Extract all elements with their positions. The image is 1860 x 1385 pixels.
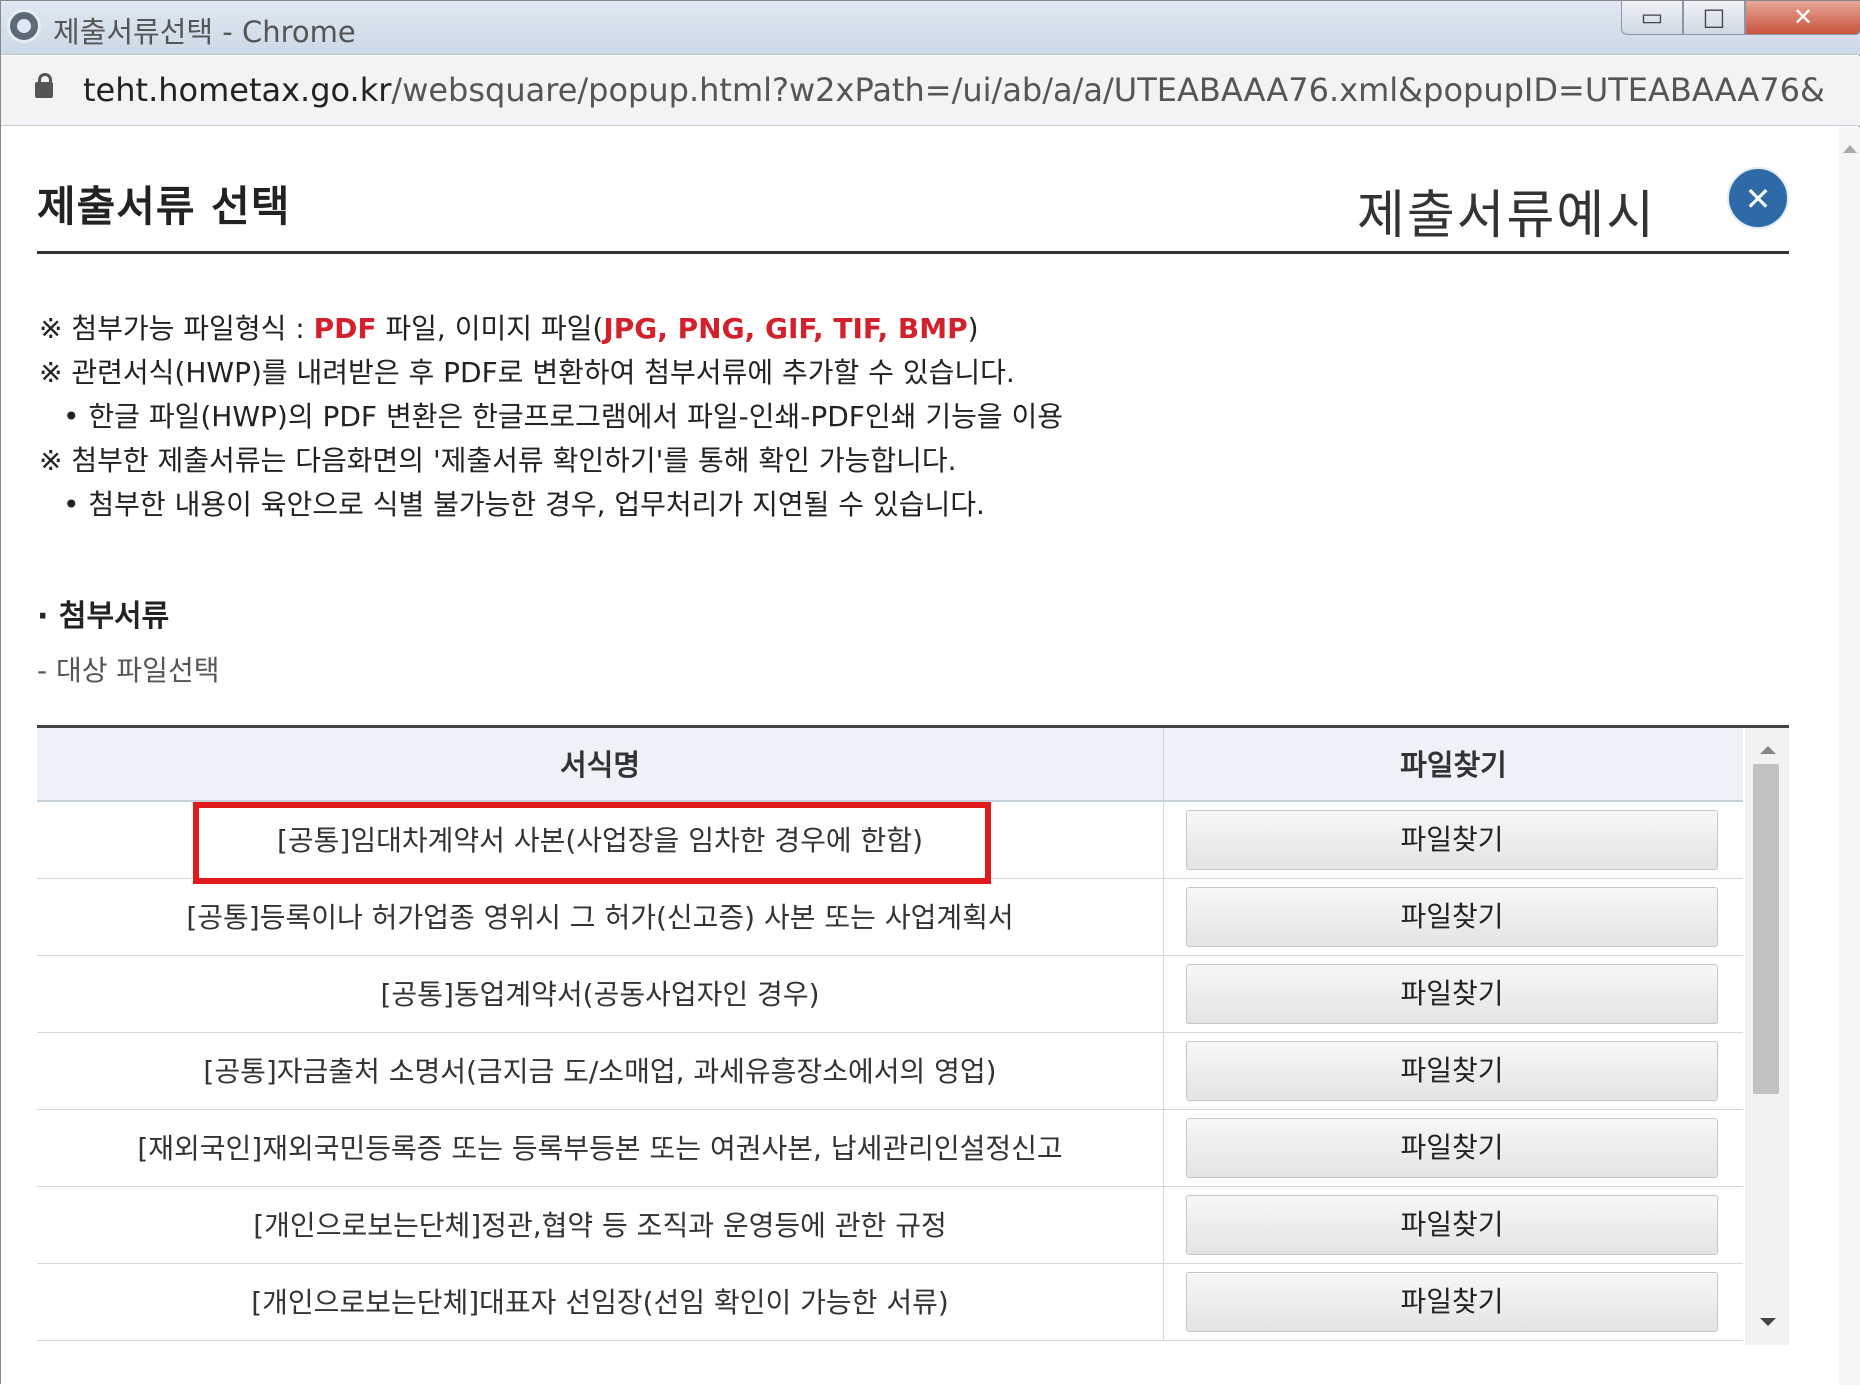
scroll-thumb[interactable] (1753, 764, 1779, 1094)
file-search-button[interactable]: 파일찾기 (1186, 810, 1718, 870)
table-row: [공통]등록이나 허가업종 영위시 그 허가(신고증) 사본 또는 사업계획서 … (37, 879, 1743, 956)
notice-block: ※ 첨부가능 파일형식 : PDF 파일, 이미지 파일(JPG, PNG, G… (39, 307, 1063, 527)
file-cell: 파일찾기 (1163, 956, 1743, 1033)
documents-table: 서식명 파일찾기 [공통]임대차계약서 사본(사업장을 임차한 경우에 한함) … (37, 725, 1789, 1345)
minimize-icon: ▭ (1640, 3, 1664, 31)
address-bar[interactable]: teht.hometax.go.kr/websquare/popup.html?… (1, 56, 1860, 126)
scroll-down-icon[interactable] (1760, 1318, 1776, 1326)
attachments-heading: · 첨부서류 (37, 599, 170, 634)
notice-line-hwp-convert: • 한글 파일(HWP)의 PDF 변환은 한글프로그램에서 파일-인쇄-PDF… (63, 400, 1064, 433)
window-close-button[interactable]: ✕ (1745, 1, 1860, 35)
file-cell: 파일찾기 (1163, 802, 1743, 879)
url-path: /websquare/popup.html?w2xPath=/ui/ab/a/a… (391, 71, 1823, 109)
minimize-button[interactable]: ▭ (1621, 1, 1683, 35)
attachments-subheading: - 대상 파일선택 (37, 654, 220, 687)
maximize-button[interactable]: □ (1683, 1, 1745, 35)
title-bar: 제출서류선택 - Chrome ▭ □ ✕ (1, 1, 1860, 55)
scroll-up-icon[interactable] (1760, 746, 1776, 754)
file-cell: 파일찾기 (1163, 1033, 1743, 1110)
page-scrollbar[interactable] (1839, 127, 1860, 1385)
close-icon: ✕ (1792, 3, 1814, 31)
file-cell: 파일찾기 (1163, 1264, 1743, 1341)
form-name-cell: [공통]자금출처 소명서(금지금 도/소매업, 과세유흥장소에서의 영업) (203, 1055, 997, 1088)
maximize-icon: □ (1702, 3, 1726, 31)
title-divider (37, 251, 1789, 254)
popup-close-button[interactable]: ✕ (1727, 167, 1789, 229)
notice-line-hwp: ※ 관련서식(HWP)를 내려받은 후 PDF로 변환하여 첨부서류에 추가할 … (39, 356, 1015, 389)
form-name-cell: [공통]동업계약서(공동사업자인 경우) (380, 978, 820, 1011)
file-cell: 파일찾기 (1163, 1187, 1743, 1264)
file-search-button[interactable]: 파일찾기 (1186, 1272, 1718, 1332)
notice-line-formats: ※ 첨부가능 파일형식 : PDF 파일, 이미지 파일(JPG, PNG, G… (39, 312, 979, 345)
lock-icon (35, 73, 53, 98)
popup-title: 제출서류 선택 (37, 182, 291, 231)
file-search-button[interactable]: 파일찾기 (1186, 887, 1718, 947)
highlight-box (193, 802, 991, 884)
table-row: [공통]동업계약서(공동사업자인 경우) 파일찾기 (37, 956, 1743, 1033)
table-scrollbar[interactable] (1745, 728, 1789, 1345)
table-row: [개인으로보는단체]정관,협약 등 조직과 운영등에 관한 규정 파일찾기 (37, 1187, 1743, 1264)
pdf-format: PDF (313, 312, 377, 345)
image-formats: JPG, PNG, GIF, TIF, BMP (603, 312, 968, 345)
form-name-cell: [공통]등록이나 허가업종 영위시 그 허가(신고증) 사본 또는 사업계획서 (186, 901, 1014, 934)
chrome-icon (7, 9, 41, 43)
header-form-name: 서식명 (559, 748, 641, 782)
table-header: 서식명 파일찾기 (37, 728, 1743, 802)
file-search-button[interactable]: 파일찾기 (1186, 1118, 1718, 1178)
file-cell: 파일찾기 (1163, 879, 1743, 956)
header-file-search: 파일찾기 (1163, 728, 1743, 802)
notice-line-delay: • 첨부한 내용이 육안으로 식별 불가능한 경우, 업무처리가 지연될 수 있… (63, 488, 985, 521)
url-text[interactable]: teht.hometax.go.kr/websquare/popup.html?… (83, 71, 1823, 109)
form-name-cell: [재외국인]재외국민등록증 또는 등록부등본 또는 여권사본, 납세관리인설정신… (137, 1132, 1063, 1165)
table-row: [재외국인]재외국민등록증 또는 등록부등본 또는 여권사본, 납세관리인설정신… (37, 1110, 1743, 1187)
scroll-up-icon[interactable] (1843, 145, 1857, 153)
form-name-cell: [개인으로보는단체]대표자 선임장(선임 확인이 가능한 서류) (251, 1286, 949, 1319)
table-row: [개인으로보는단체]대표자 선임장(선임 확인이 가능한 서류) 파일찾기 (37, 1264, 1743, 1341)
table-row: [공통]자금출처 소명서(금지금 도/소매업, 과세유흥장소에서의 영업) 파일… (37, 1033, 1743, 1110)
file-search-button[interactable]: 파일찾기 (1186, 1041, 1718, 1101)
url-host: teht.hometax.go.kr (83, 71, 392, 109)
notice-line-confirm: ※ 첨부한 제출서류는 다음화면의 '제출서류 확인하기'를 통해 확인 가능합… (39, 444, 957, 477)
browser-window: 제출서류선택 - Chrome ▭ □ ✕ teht.hometax.go.kr… (0, 0, 1860, 1385)
form-name-cell: [개인으로보는단체]정관,협약 등 조직과 운영등에 관한 규정 (253, 1209, 947, 1242)
file-cell: 파일찾기 (1163, 1110, 1743, 1187)
popup-content: 제출서류 선택 제출서류예시 ✕ ※ 첨부가능 파일형식 : PDF 파일, 이… (1, 127, 1860, 1385)
file-search-button[interactable]: 파일찾기 (1186, 964, 1718, 1024)
document-example-link[interactable]: 제출서류예시 (1357, 173, 1656, 248)
file-search-button[interactable]: 파일찾기 (1186, 1195, 1718, 1255)
window-title: 제출서류선택 - Chrome (53, 15, 356, 49)
